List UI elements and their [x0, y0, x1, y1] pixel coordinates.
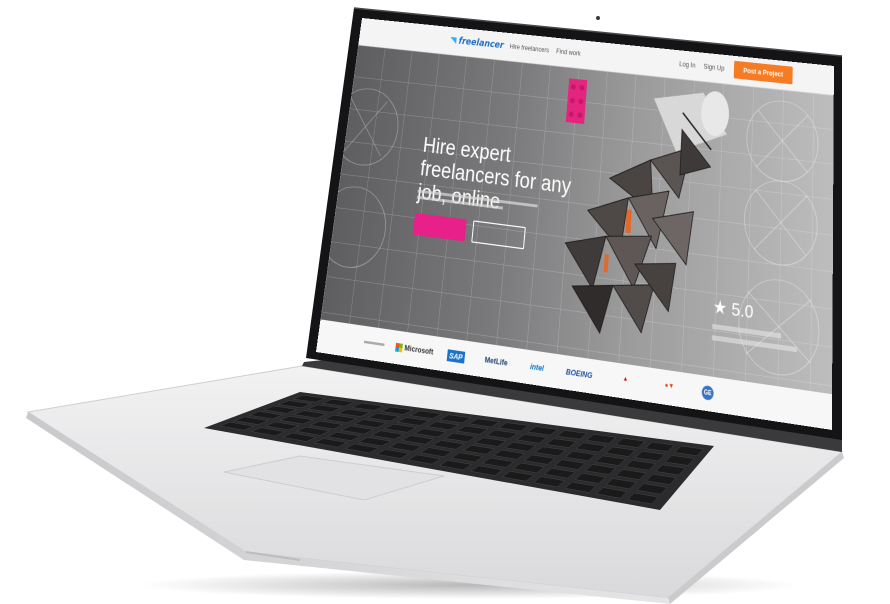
sap-logo: SAP	[446, 349, 466, 364]
airbus-logo: ▲	[622, 375, 629, 383]
camera-icon	[596, 16, 600, 20]
as-used-by-label	[363, 339, 385, 349]
bird-icon	[449, 36, 457, 44]
microsoft-icon	[395, 342, 403, 353]
partner-logo: ●▼	[664, 381, 675, 391]
freelancer-logo[interactable]: freelancer	[449, 35, 504, 51]
boeing-logo: BOEING	[565, 366, 593, 381]
nav-hire-freelancers[interactable]: Hire freelancers	[509, 43, 549, 54]
metlife-logo: MetLife	[484, 354, 509, 368]
scene: freelancer Hire freelancers Find work Lo…	[0, 0, 890, 604]
pink-module	[565, 78, 588, 125]
login-link[interactable]: Log In	[679, 60, 696, 69]
post-project-button[interactable]: Post a Project	[733, 60, 793, 85]
ge-logo: GE	[701, 384, 714, 401]
microsoft-logo: Microsoft	[395, 342, 434, 357]
intel-logo: intel	[529, 361, 545, 373]
nav-find-work[interactable]: Find work	[556, 47, 581, 57]
signup-link[interactable]: Sign Up	[703, 63, 724, 73]
